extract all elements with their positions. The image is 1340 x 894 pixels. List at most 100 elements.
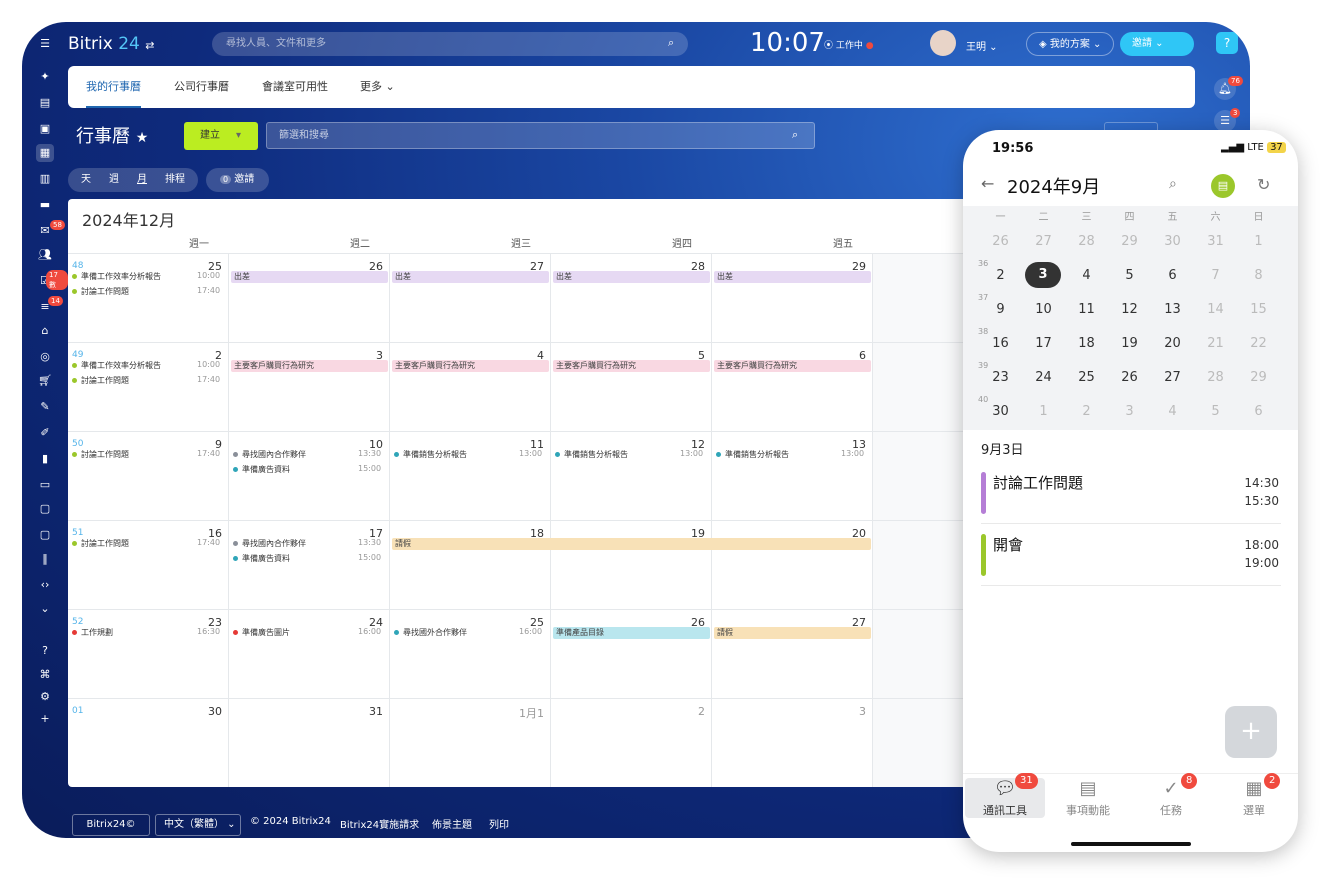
sidebar-more-icon[interactable]: ⌄: [36, 600, 54, 618]
language-select[interactable]: 中文（繁體） ⌄: [155, 814, 241, 836]
day-cell[interactable]: 31: [229, 698, 390, 787]
day-cell[interactable]: 27: [390, 253, 551, 342]
sidebar-storage-icon[interactable]: ▢: [36, 526, 54, 544]
sidebar-edit-icon[interactable]: ✐: [36, 424, 54, 442]
day-cell[interactable]: 19: [551, 520, 712, 609]
calendar-event[interactable]: 尋找國內合作夥伴 13:30: [233, 449, 381, 460]
phone-day[interactable]: 29: [1108, 234, 1151, 249]
phone-day[interactable]: 1: [1022, 404, 1065, 419]
my-plan-button[interactable]: ◈ 我的方案 ⌄: [1026, 32, 1115, 56]
day-cell[interactable]: 27: [712, 609, 873, 698]
footer-print-link[interactable]: 列印: [489, 816, 509, 831]
filter-input[interactable]: 篩選和搜尋: [266, 122, 815, 149]
phone-event[interactable]: 開會 18:00 19:00: [981, 524, 1281, 586]
phone-day[interactable]: 2: [979, 268, 1022, 283]
tab-company-calendar[interactable]: 公司行事曆: [174, 66, 229, 108]
tab-room-availability[interactable]: 會議室可用性: [262, 66, 328, 108]
day-cell[interactable]: 10: [229, 431, 390, 520]
phone-day[interactable]: 4: [1065, 268, 1108, 283]
phone-tab-activity[interactable]: ▤ 事項動能: [1048, 778, 1128, 818]
day-cell[interactable]: 6: [712, 342, 873, 431]
phone-day[interactable]: 23: [979, 370, 1022, 385]
sidebar-automation-icon[interactable]: ‖: [36, 550, 54, 568]
phone-day[interactable]: 10: [1022, 302, 1065, 317]
event-bar[interactable]: 請假: [392, 538, 871, 550]
day-cell[interactable]: 3: [229, 342, 390, 431]
event-bar[interactable]: 出差: [231, 271, 388, 283]
phone-day[interactable]: 16: [979, 336, 1022, 351]
menu-icon[interactable]: ☰: [36, 35, 54, 53]
phone-day[interactable]: 14: [1194, 302, 1237, 317]
phone-day[interactable]: 4: [1151, 404, 1194, 419]
calendar-event[interactable]: 準備工作效率分析報告 10:00: [72, 271, 220, 282]
refresh-icon[interactable]: ↻: [1257, 175, 1270, 194]
day-cell[interactable]: 29: [712, 253, 873, 342]
event-bar[interactable]: 出差: [553, 271, 710, 283]
phone-day[interactable]: 28: [1194, 370, 1237, 385]
phone-day[interactable]: 26: [1108, 370, 1151, 385]
tab-more[interactable]: 更多 ⌄: [360, 66, 395, 108]
phone-day[interactable]: 22: [1237, 336, 1280, 351]
day-cell[interactable]: 25 48: [68, 253, 229, 342]
day-cell[interactable]: 11: [390, 431, 551, 520]
day-cell[interactable]: 18: [390, 520, 551, 609]
calendar-event[interactable]: 討論工作問題 17:40: [72, 449, 220, 460]
phone-day[interactable]: 11: [1065, 302, 1108, 317]
phone-day[interactable]: 3: [1025, 262, 1061, 288]
event-bar[interactable]: 準備產品目錄: [553, 627, 710, 639]
phone-day[interactable]: 30: [1151, 234, 1194, 249]
phone-day[interactable]: 12: [1108, 302, 1151, 317]
sidebar-calendar-icon[interactable]: ▦: [36, 144, 54, 162]
day-cell[interactable]: 20: [712, 520, 873, 609]
day-cell[interactable]: 24: [229, 609, 390, 698]
day-cell[interactable]: 2 49: [68, 342, 229, 431]
phone-event[interactable]: 討論工作問題 14:30 15:30: [981, 462, 1281, 524]
phone-tab-menu[interactable]: ▦ 選單: [1214, 778, 1294, 818]
calendar-event[interactable]: 討論工作問題 17:40: [72, 538, 220, 549]
phone-day[interactable]: 20: [1151, 336, 1194, 351]
phone-day[interactable]: 18: [1065, 336, 1108, 351]
sidebar-robot-icon[interactable]: ▢: [36, 500, 54, 518]
phone-day[interactable]: 5: [1194, 404, 1237, 419]
sidebar-documents-icon[interactable]: ▥: [36, 170, 54, 188]
sidebar-contacts-icon[interactable]: 👥︎: [36, 246, 54, 264]
calendar-event[interactable]: 準備銷售分析報告 13:00: [716, 449, 864, 460]
view-week[interactable]: 週: [109, 168, 119, 192]
phone-day[interactable]: 9: [979, 302, 1022, 317]
sidebar-add-icon[interactable]: +: [36, 710, 54, 728]
phone-day[interactable]: 17: [1022, 336, 1065, 351]
view-month[interactable]: 月: [137, 168, 147, 192]
day-cell[interactable]: 3: [712, 698, 873, 787]
calendar-event[interactable]: 討論工作問題 17:40: [72, 286, 220, 297]
help-icon[interactable]: ?: [1216, 32, 1238, 54]
search-icon[interactable]: ⌕: [668, 36, 674, 50]
avatar[interactable]: [930, 30, 956, 56]
day-cell[interactable]: 9 50: [68, 431, 229, 520]
phone-day[interactable]: 6: [1237, 404, 1280, 419]
phone-day[interactable]: 24: [1022, 370, 1065, 385]
sidebar-feed-icon[interactable]: ✦: [36, 68, 54, 86]
event-bar[interactable]: 主要客戶購買行為研究: [553, 360, 710, 372]
phone-day[interactable]: 13: [1151, 302, 1194, 317]
day-cell[interactable]: 2: [551, 698, 712, 787]
calendar-event[interactable]: 準備銷售分析報告 13:00: [555, 449, 703, 460]
calendar-event[interactable]: 討論工作問題 17:40: [72, 375, 220, 386]
calendar-event[interactable]: 準備廣告資料 15:00: [233, 553, 381, 564]
event-bar[interactable]: 出差: [714, 271, 871, 283]
calendar-sync-icon[interactable]: ▤: [1211, 174, 1235, 198]
add-event-button[interactable]: +: [1225, 706, 1277, 758]
calendar-event[interactable]: 尋找國內合作夥伴 13:30: [233, 538, 381, 549]
phone-day[interactable]: 5: [1108, 268, 1151, 283]
day-cell[interactable]: 26: [551, 609, 712, 698]
day-cell[interactable]: 16 51: [68, 520, 229, 609]
event-bar[interactable]: 主要客戶購買行為研究: [714, 360, 871, 372]
phone-day[interactable]: 29: [1237, 370, 1280, 385]
footer-theme-link[interactable]: 佈景主題: [432, 816, 472, 831]
sidebar-settings-icon[interactable]: ⚙: [36, 688, 54, 706]
event-bar[interactable]: 主要客戶購買行為研究: [231, 360, 388, 372]
sidebar-booking-icon[interactable]: ▭: [36, 476, 54, 494]
calendar-event[interactable]: 準備廣告圖片 16:00: [233, 627, 381, 638]
phone-day[interactable]: 27: [1022, 234, 1065, 249]
calendar-event[interactable]: 準備工作效率分析報告 10:00: [72, 360, 220, 371]
sidebar-messenger-icon[interactable]: ▤: [36, 94, 54, 112]
